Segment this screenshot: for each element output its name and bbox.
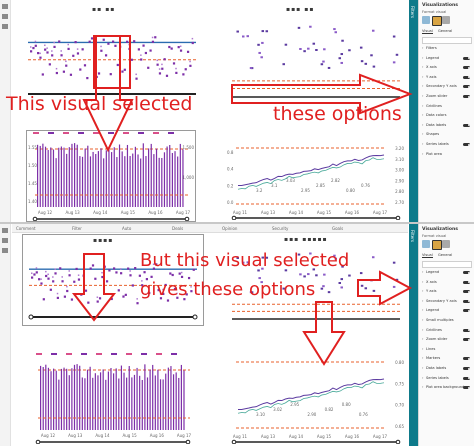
- annotation-arrows: [71, 253, 413, 366]
- top-screenshot: ▪▪ ▪▪ ▪▪▪ ▪▪ Aug 12 Aug 13 Aug 14 Aug 15 Aug…: [0, 0, 474, 222]
- annotation-arrows: [82, 35, 413, 153]
- down-arrow-icon: [82, 35, 134, 153]
- down-arrow-icon: [302, 301, 346, 366]
- right-arrow-icon: [357, 270, 413, 306]
- right-arrow-icon: [231, 73, 413, 115]
- bottom-screenshot: Comment Filter Auto Deals Opinion Securi…: [0, 222, 474, 446]
- down-arrow-icon: [71, 253, 117, 322]
